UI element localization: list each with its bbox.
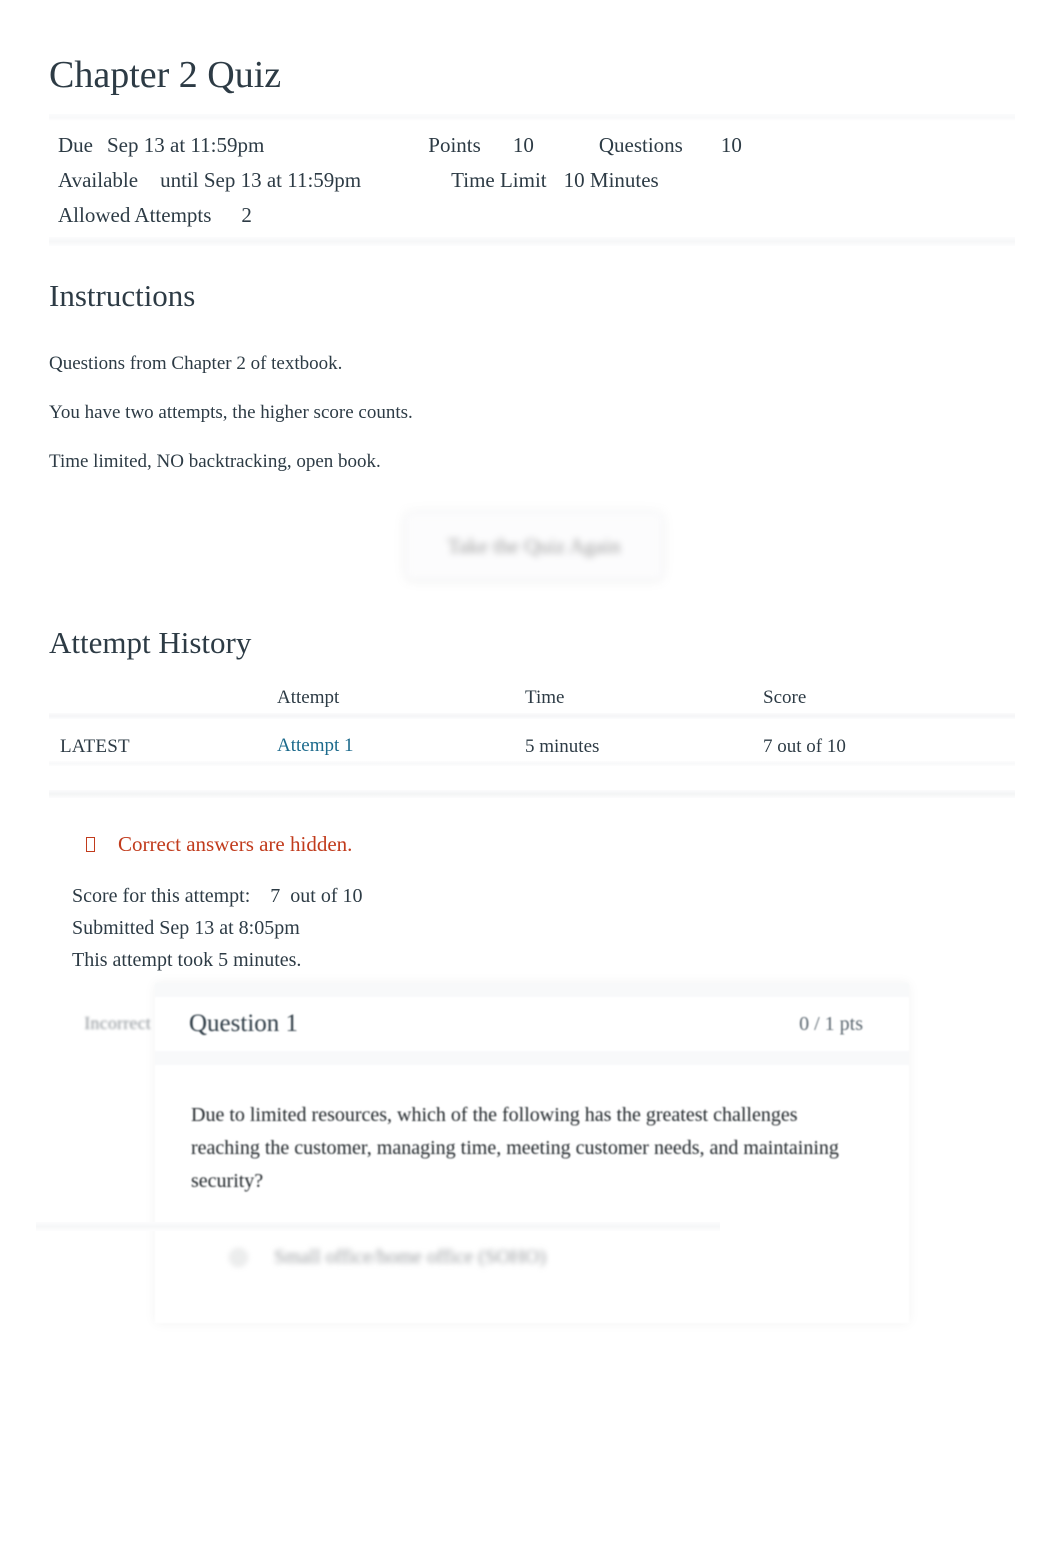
question-points: 0 / 1 pts (799, 1012, 863, 1035)
due-value: Sep 13 at 11:59pm (107, 133, 265, 157)
score-value: 7 (270, 885, 281, 907)
take-quiz-again-button[interactable]: Take the Quiz Again (405, 512, 663, 580)
table-row-rule-lower (49, 790, 1015, 798)
questions-value: 10 (720, 133, 742, 157)
instructions-paragraph: Time limited, NO backtracking, open book… (49, 451, 381, 472)
submitted-line: Submitted Sep 13 at 8:05pm (72, 917, 300, 939)
instructions-paragraph: You have two attempts, the higher score … (49, 402, 413, 423)
question-status-badge: Incorrect (84, 1013, 151, 1033)
answers-hidden-text: Correct answers are hidden. (118, 832, 353, 856)
question-body: Due to limited resources, which of the f… (155, 1065, 909, 1198)
points-value: 10 (512, 133, 534, 157)
answer-option-row[interactable]: Small office/home office (SOHO) (155, 1243, 909, 1271)
question-header: Question 1 0 / 1 pts (155, 997, 909, 1051)
question-header-divider (155, 1051, 909, 1065)
warning-icon (86, 837, 95, 852)
quiz-results-page: Chapter 2 Quiz Due Sep 13 at 11:59pm Poi… (0, 0, 1062, 1561)
available-label: Available (58, 168, 139, 192)
instructions-heading: Instructions (49, 278, 196, 313)
take-quiz-again-button-wrapper[interactable]: Take the Quiz Again (405, 512, 663, 580)
page-title: Chapter 2 Quiz (49, 54, 282, 96)
question-name: Question 1 (189, 1010, 299, 1037)
instructions-body: Questions from Chapter 2 of textbook. Yo… (49, 352, 949, 499)
score-label: Score for this attempt: (72, 885, 251, 907)
available-value: until Sep 13 at 11:59pm (160, 168, 362, 192)
allowed-attempts-label: Allowed Attempts (58, 203, 212, 227)
duration-line: This attempt took 5 minutes. (72, 949, 302, 971)
answers-divider (36, 1222, 720, 1231)
attempt-1-link[interactable]: Attempt 1 (277, 733, 360, 760)
time-limit-label: Time Limit (451, 168, 547, 192)
question-card-top-band (155, 983, 909, 997)
table-header-rule (49, 713, 1015, 719)
quiz-info-rows: Due Sep 13 at 11:59pm Points 10 Question… (49, 128, 1015, 233)
instructions-paragraph: Questions from Chapter 2 of textbook. (49, 353, 343, 374)
score-out-of: out of 10 (290, 885, 363, 907)
questions-label: Questions (598, 133, 683, 157)
question-text: Due to limited resources, which of the f… (191, 1104, 839, 1192)
quiz-info-row-due: Due Sep 13 at 11:59pm Points 10 Question… (49, 128, 1015, 163)
quiz-info-row-attempts: Allowed Attempts 2 (49, 198, 1015, 233)
time-limit-value: 10 Minutes (563, 168, 659, 192)
answer-option-label[interactable]: Small office/home office (SOHO) (274, 1243, 546, 1271)
answers-hidden-notice: Correct answers are hidden. (86, 830, 352, 858)
due-label: Due (58, 133, 93, 157)
attempt-score-summary: Score for this attempt: 7 out of 10 Subm… (72, 880, 363, 976)
table-row-rule-upper (49, 761, 1015, 766)
info-box-top-rule (49, 114, 1015, 121)
allowed-attempts-value: 2 (241, 203, 252, 227)
radio-button-icon[interactable] (229, 1247, 248, 1267)
quiz-info-row-available: Available until Sep 13 at 11:59pm Time L… (49, 163, 1015, 198)
attempt-history-heading: Attempt History (49, 625, 252, 660)
score-line: Score for this attempt: 7 out of 10 (72, 880, 363, 912)
points-label: Points (428, 133, 481, 157)
question-card: Question 1 0 / 1 pts Due to limited reso… (155, 983, 909, 1323)
info-box-bottom-rule (49, 237, 1015, 246)
